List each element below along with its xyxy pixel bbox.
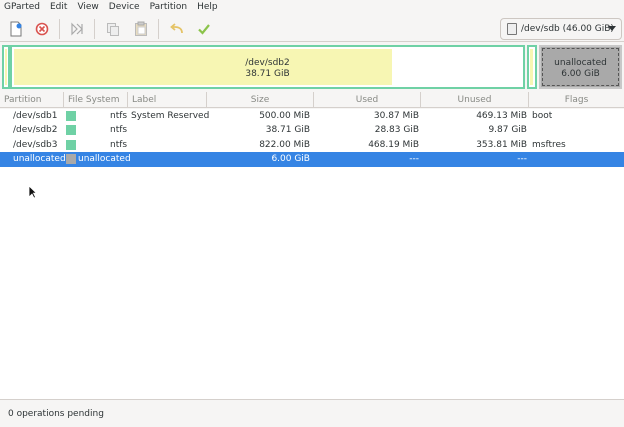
menu-view[interactable]: View [72, 0, 103, 15]
filesystem-color-swatch [66, 111, 76, 121]
cell-partition: /dev/sdb3 [13, 140, 58, 150]
filesystem-color-swatch [66, 140, 76, 150]
menubar: GParted Edit View Device Partition Help [0, 0, 624, 15]
column-header-flags[interactable]: Flags [529, 92, 624, 108]
partition-table-header: Partition File System Label Size Used Un… [0, 92, 624, 108]
device-selector[interactable]: /dev/sdb (46.00 GiB) [500, 18, 622, 40]
toolbar-separator [94, 19, 95, 39]
column-header-used[interactable]: Used [314, 92, 421, 108]
toolbar-separator [158, 19, 159, 39]
status-text: 0 operations pending [8, 408, 104, 419]
diskmap-partition-sdb1[interactable] [2, 45, 10, 89]
cell-label: System Reserved [131, 111, 210, 121]
cell-filesystem: ntfs [110, 125, 128, 135]
partition-table: /dev/sdb1 ntfs System Reserved 500.00 Mi… [0, 109, 624, 399]
column-header-partition[interactable]: Partition [0, 92, 64, 108]
cell-size: 500.00 MiB [259, 111, 310, 121]
cell-filesystem: ntfs [110, 140, 128, 150]
diskmap-sdb2-size: 38.71 GiB [245, 69, 290, 79]
paste-button[interactable] [132, 20, 150, 38]
menu-help[interactable]: Help [192, 0, 223, 15]
diskmap-partition-sdb3[interactable] [527, 45, 537, 89]
cell-flags: boot [532, 111, 553, 121]
mouse-pointer-icon [28, 185, 37, 199]
column-header-label[interactable]: Label [128, 92, 207, 108]
resize-move-icon [71, 22, 83, 36]
table-row[interactable]: /dev/sdb1 ntfs System Reserved 500.00 Mi… [0, 109, 624, 124]
cell-unused: 469.13 MiB [476, 111, 527, 121]
table-row-selected[interactable]: unallocated unallocated 6.00 GiB --- --- [0, 152, 624, 167]
copy-icon [107, 23, 119, 36]
undo-icon [170, 23, 183, 34]
menu-device[interactable]: Device [104, 0, 145, 15]
menu-partition[interactable]: Partition [145, 0, 193, 15]
cell-size: 6.00 GiB [271, 154, 310, 164]
delete-icon [35, 22, 49, 36]
status-bar: 0 operations pending [0, 399, 624, 427]
copy-button[interactable] [104, 20, 122, 38]
table-row[interactable]: /dev/sdb2 ntfs 38.71 GiB 28.83 GiB 9.87 … [0, 123, 624, 138]
cell-unused: 353.81 MiB [476, 140, 527, 150]
cell-partition: /dev/sdb1 [13, 111, 58, 121]
menu-edit[interactable]: Edit [45, 0, 72, 15]
cell-filesystem: unallocated [78, 154, 131, 164]
toolbar: /dev/sdb (46.00 GiB) [0, 15, 624, 42]
diskmap-unallocated[interactable]: unallocated 6.00 GiB [539, 45, 622, 89]
cell-size: 822.00 MiB [259, 140, 310, 150]
new-icon [10, 21, 22, 37]
cell-used: 28.83 GiB [374, 125, 419, 135]
cell-partition: unallocated [13, 154, 66, 164]
cell-unused: --- [517, 154, 527, 164]
cell-partition: /dev/sdb2 [13, 125, 58, 135]
filesystem-color-swatch [66, 154, 76, 164]
disk-map: /dev/sdb2 38.71 GiB unallocated 6.00 GiB [0, 43, 624, 91]
cell-size: 38.71 GiB [265, 125, 310, 135]
delete-partition-button[interactable] [33, 20, 51, 38]
disk-icon [507, 23, 517, 35]
cell-used: 30.87 MiB [373, 111, 419, 121]
apply-button[interactable] [195, 20, 213, 38]
filesystem-color-swatch [66, 125, 76, 135]
diskmap-unalloc-name: unallocated [554, 58, 607, 68]
column-header-unused[interactable]: Unused [421, 92, 529, 108]
cell-unused: 9.87 GiB [488, 125, 527, 135]
paste-icon [135, 21, 147, 36]
menu-gparted[interactable]: GParted [0, 0, 45, 15]
undo-button[interactable] [168, 20, 186, 38]
cell-flags: msftres [532, 140, 566, 150]
resize-move-button[interactable] [68, 20, 86, 38]
column-header-size[interactable]: Size [207, 92, 314, 108]
device-label: /dev/sdb (46.00 GiB) [521, 24, 614, 34]
cell-used: --- [409, 154, 419, 164]
diskmap-unalloc-size: 6.00 GiB [561, 69, 600, 79]
column-header-filesystem[interactable]: File System [64, 92, 128, 108]
diskmap-sdb2-name: /dev/sdb2 [245, 58, 290, 68]
cell-used: 468.19 MiB [368, 140, 419, 150]
chevron-down-icon [608, 26, 616, 31]
toolbar-separator [59, 19, 60, 39]
new-partition-button[interactable] [7, 20, 25, 38]
apply-icon [198, 24, 210, 35]
table-row[interactable]: /dev/sdb3 ntfs 822.00 MiB 468.19 MiB 353… [0, 138, 624, 153]
cell-filesystem: ntfs [110, 111, 128, 121]
diskmap-partition-sdb2[interactable]: /dev/sdb2 38.71 GiB [10, 45, 525, 89]
